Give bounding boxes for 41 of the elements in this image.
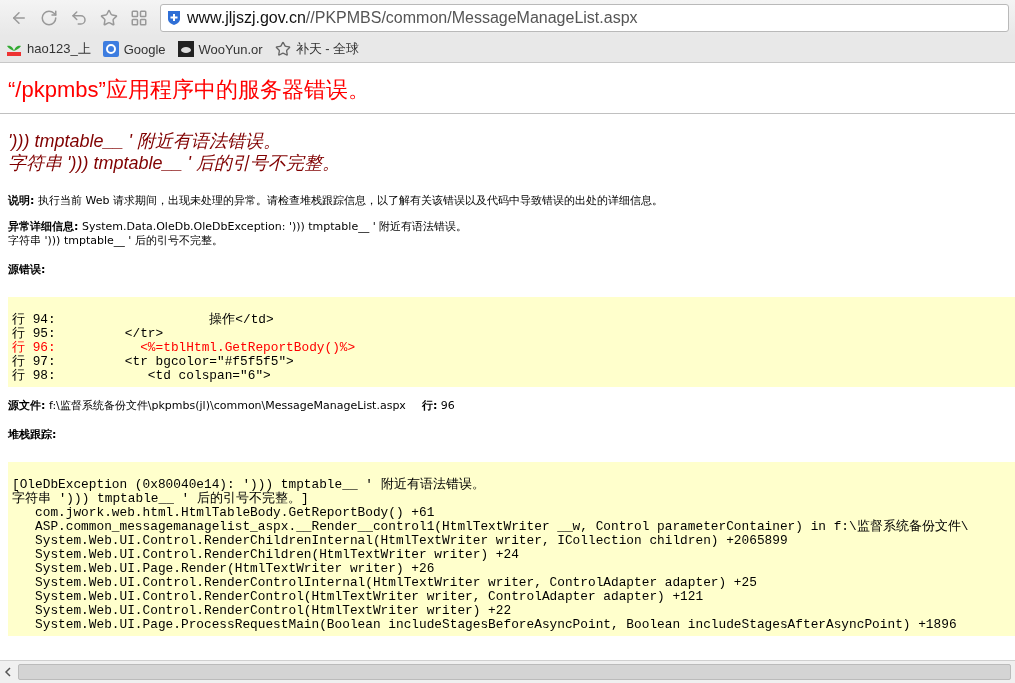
cloud-icon (177, 41, 194, 57)
stack-trace-line: ASP.common_messagemanagelist_aspx.__Render__control1(HtmlTextWriter __w, Control parameterContainer) in f:\监督系统备份文件\ (34, 520, 970, 534)
code-line: 行 98: <td colspan="6"> (12, 369, 272, 383)
shield-icon (167, 10, 181, 26)
stack-trace-line: System.Web.UI.Control.RenderChildren(HtmlTextWriter writer) +24 (34, 548, 520, 562)
stack-trace-line: System.Web.UI.Control.RenderControl(HtmlTextWriter writer, ControlAdapter adapter) +121 (34, 590, 705, 604)
star-icon (274, 41, 291, 57)
stack-trace-line: 字符串 '))) tmptable__ ' 后的引号不完整。] (12, 492, 309, 506)
stack-trace-line: System.Web.UI.Control.RenderChildrenInternal(HtmlTextWriter writer, ICollection children) +2065899 (34, 534, 789, 548)
address-field[interactable]: www.jljszj.gov.cn//PKPMBS/common/MessageManageList.aspx (160, 4, 1009, 32)
bookmark-link[interactable]: Google (102, 41, 166, 57)
code-line: 行 95: </tr> (12, 327, 165, 341)
error-message: '))) tmptable__ ' 附近有语法错误。 (8, 130, 282, 152)
stack-trace-line: System.Web.UI.Page.ProcessRequestMain(Boolean includeStagesBeforeAsyncPoint, Boolean includeStagesAfterAsyncPoint) +1896 (34, 618, 958, 632)
section-heading: 源错误: (8, 262, 47, 277)
page-title: “/pkpmbs”应用程序中的服务器错误。 (8, 76, 371, 104)
exception-details: 字符串 '))) tmptable__ ' 后的引号不完整。 (8, 234, 224, 248)
exception-details: 异常详细信息: System.Data.OleDb.OleDbException: '))) tmptable__ ' 附近有语法错误。 (8, 220, 469, 234)
bookmark-link[interactable]: 补天 - 全球 (274, 40, 360, 58)
code-line: 行 96: <%=tblHtml.GetReportBody()%> (12, 341, 357, 355)
bookmark-link[interactable]: WooYun.or (177, 41, 263, 57)
error-message: 字符串 '))) tmptable__ ' 后的引号不完整。 (8, 152, 341, 174)
stack-trace-line: [OleDbException (0x80040e14): '))) tmptable__ ' 附近有语法错误。 (12, 478, 486, 492)
horizontal-scrollbar[interactable] (0, 660, 1015, 683)
code-line: 行 94: 操作</td> (12, 313, 275, 327)
stack-trace-line: System.Web.UI.Control.RenderControl(HtmlTextWriter writer) +22 (34, 604, 513, 618)
description: 说明: 执行当前 Web 请求期间，出现未处理的异常。请检查堆栈跟踪信息，以了解有关该错误以及代码中导致错误的出处的详细信息。 (8, 194, 664, 208)
undo-icon (70, 9, 88, 27)
stack-trace-line: com.jwork.web.html.HtmlTableBody.GetReportBody() +61 (34, 506, 436, 520)
grid-icon (130, 9, 148, 27)
bookmark-link[interactable]: hao123_上 (6, 40, 91, 58)
section-heading: 堆栈跟踪: (8, 427, 58, 442)
code-line: 行 97: <tr bgcolor="#f5f5f5"> (12, 355, 295, 369)
back-icon (10, 9, 28, 27)
source-file: 源文件: f:\监督系统备份文件\pkpmbs(jl)\common\MessageManageList.aspx (8, 399, 406, 413)
source-line: 行: 96 (421, 399, 455, 413)
reload-icon (40, 9, 58, 27)
star-icon (100, 9, 118, 27)
stack-trace-line: System.Web.UI.Page.Render(HtmlTextWriter writer) +26 (34, 562, 436, 576)
stack-trace-line: System.Web.UI.Control.RenderControlInternal(HtmlTextWriter writer, ControlAdapter adapter) +25 (34, 576, 758, 590)
google-icon (102, 41, 119, 57)
